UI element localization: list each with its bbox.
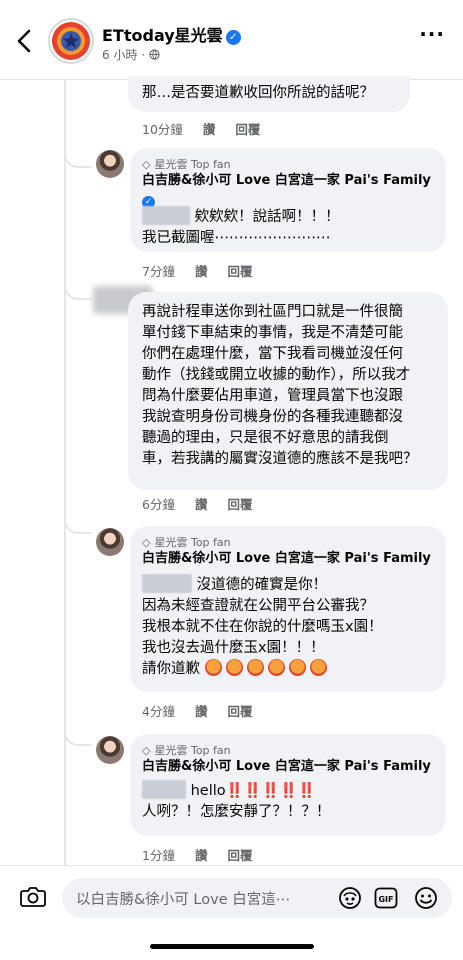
redacted-mention — [142, 780, 186, 799]
angry-face-icon — [225, 659, 243, 676]
post-time: 6 小時 — [102, 48, 138, 62]
comment-input-placeholder: 以白吉勝&徐小可 Love 白宮這⋯ — [76, 892, 291, 908]
gif-icon[interactable]: GIF — [374, 886, 398, 910]
page-title[interactable]: ETtoday星光雲 ✓ — [102, 22, 241, 46]
comment-meta: 7分鐘 讚 回覆 — [142, 261, 272, 280]
comment-bubble: 再說計程車送你到社區門口就是一件很簡 單付錢下車結束的事情，我是不清楚可能 你們… — [128, 292, 448, 490]
globe-icon: · — [141, 48, 160, 62]
verified-badge-icon: ✓ — [225, 30, 241, 45]
comment-composer: 以白吉勝&徐小可 Love 白宮這⋯ GIF — [0, 865, 463, 930]
avatar[interactable] — [96, 736, 124, 764]
thread-branch — [64, 508, 92, 534]
angry-face-icon — [204, 659, 222, 676]
comment-meta: 6分鐘 讚 回覆 — [142, 494, 272, 513]
like-button[interactable]: 讚 — [203, 122, 216, 137]
comment-text: 那…是否要道歉收回你所說的話呢？ — [142, 85, 374, 101]
angry-face-icon — [288, 659, 306, 676]
comment-text-line: 聽過的理由，只是很不好意思的請我倒 — [142, 430, 389, 446]
comment-time: 7分鐘 — [142, 264, 175, 279]
reply-button[interactable]: 回覆 — [227, 848, 252, 863]
comment-text-line: 問為什麼要佔用車道，管理員當下也沒跟 — [142, 388, 403, 404]
avatar-sticker-icon[interactable] — [338, 886, 362, 910]
comment-text-line: 請你道歉 — [142, 659, 431, 680]
like-button[interactable]: 讚 — [195, 497, 208, 512]
page-avatar-logo[interactable] — [48, 18, 94, 64]
thread-branch — [64, 274, 92, 300]
diamond-icon: ◇ — [142, 744, 151, 757]
reply-button[interactable]: 回覆 — [227, 704, 252, 719]
comment-text-line: 因為未經查證就在公開平台公審我？ — [142, 598, 374, 614]
comment-author[interactable]: 白吉勝&徐小可 Love 白宮這一家 Pai's Family — [142, 172, 431, 190]
comment-bubble: ◇ 星光雲 Top fan 白吉勝&徐小可 Love 白宮這一家 Pai's Fa… — [130, 734, 446, 836]
like-button[interactable]: 讚 — [195, 848, 208, 863]
comment-time: 10分鐘 — [142, 122, 183, 137]
page-title-text: ETtoday星光雲 — [102, 26, 223, 45]
comment-text-line: 動作（找錢或開立收據的動作），所以我才 — [142, 367, 411, 383]
comment-meta: 4分鐘 讚 回覆 — [142, 701, 272, 720]
comment-text-line: 我說查明身份司機身份的各種我連聽都沒 — [142, 409, 403, 425]
like-button[interactable]: 讚 — [195, 264, 208, 279]
angry-face-icon — [246, 659, 264, 676]
redacted-mention — [142, 574, 192, 593]
back-arrow-icon[interactable] — [14, 26, 38, 56]
emoji-icon[interactable] — [414, 886, 438, 910]
comment-bubble: ◇ 星光雲 Top fan 白吉勝&徐小可 Love 白宮這一家 Pai's Fa… — [130, 148, 446, 252]
comment-text-line: 我也沒去過什麼玉x園！！！ — [142, 640, 325, 656]
comment-bubble: 那…是否要道歉收回你所說的話呢？ — [128, 76, 410, 112]
double-exclamation-icons: ‼️‼️‼️‼️‼️ — [225, 783, 316, 799]
comment-time: 1分鐘 — [142, 848, 175, 863]
avatar[interactable] — [96, 150, 124, 178]
top-fan-badge: ◇ 星光雲 Top fan — [142, 536, 231, 549]
more-options-icon[interactable]: ··· — [419, 22, 445, 46]
angry-face-icon — [267, 659, 285, 676]
comment-time: 4分鐘 — [142, 704, 175, 719]
comment-text-line: 我已截圖喔⋯⋯⋯⋯⋯⋯⋯⋯ — [142, 230, 331, 246]
redacted-mention — [142, 206, 190, 225]
comment-bubble: ◇ 星光雲 Top fan 白吉勝&徐小可 Love 白宮這一家 Pai's Fa… — [130, 526, 446, 692]
comment-meta: 1分鐘 讚 回覆 — [142, 845, 272, 864]
comment-text-line: 沒道德的確實是你！ — [142, 574, 431, 596]
comment-author[interactable]: 白吉勝&徐小可 Love 白宮這一家 Pai's Family — [142, 758, 431, 776]
avatar[interactable] — [96, 528, 124, 556]
comment-text-line: 欸欸欸！說話啊！！！ — [142, 206, 431, 228]
thread-branch — [64, 720, 92, 746]
camera-icon[interactable] — [20, 886, 46, 908]
like-button[interactable]: 讚 — [195, 704, 208, 719]
comment-text-line: hello‼️‼️‼️‼️‼️ — [142, 780, 431, 802]
diamond-icon: ◇ — [142, 536, 151, 549]
comment-text-line: 人咧？！怎麼安靜了？！？！ — [142, 804, 331, 820]
diamond-icon: ◇ — [142, 158, 151, 171]
angry-emoji-row — [204, 659, 331, 677]
svg-text:GIF: GIF — [378, 895, 393, 904]
home-indicator — [150, 944, 314, 949]
comment-author[interactable]: 白吉勝&徐小可 Love 白宮這一家 Pai's Family — [142, 550, 431, 568]
top-fan-badge: ◇ 星光雲 Top fan — [142, 744, 231, 757]
comment-text-line: 車，若我講的屬實沒道德的應該不是我吧？ — [142, 451, 418, 467]
comment-input[interactable]: 以白吉勝&徐小可 Love 白宮這⋯ GIF — [62, 878, 452, 918]
angry-face-icon — [309, 659, 327, 676]
thread-line — [64, 80, 66, 865]
thread-branch — [64, 142, 92, 168]
comment-text-line: 我根本就不住在你說的什麼嗎玉x園！ — [142, 619, 383, 635]
top-fan-badge: ◇ 星光雲 Top fan — [142, 158, 231, 171]
comment-text-line: 你們在處理什麼，當下我看司機並沒任何 — [142, 346, 403, 362]
post-header: ETtoday星光雲 ✓ 6 小時 · ··· — [0, 0, 463, 80]
post-meta: 6 小時 · — [102, 46, 160, 63]
author-verified-icon: ✓ — [142, 190, 431, 209]
comment-meta: 10分鐘 讚 回覆 — [142, 119, 280, 138]
reply-button[interactable]: 回覆 — [235, 122, 260, 137]
reply-button[interactable]: 回覆 — [227, 264, 252, 279]
comment-text-line: 單付錢下車結束的事情，我是不清楚可能 — [142, 325, 403, 341]
reply-button[interactable]: 回覆 — [227, 497, 252, 512]
comment-text-line: 再說計程車送你到社區門口就是一件很簡 — [142, 304, 403, 320]
comment-time: 6分鐘 — [142, 497, 175, 512]
